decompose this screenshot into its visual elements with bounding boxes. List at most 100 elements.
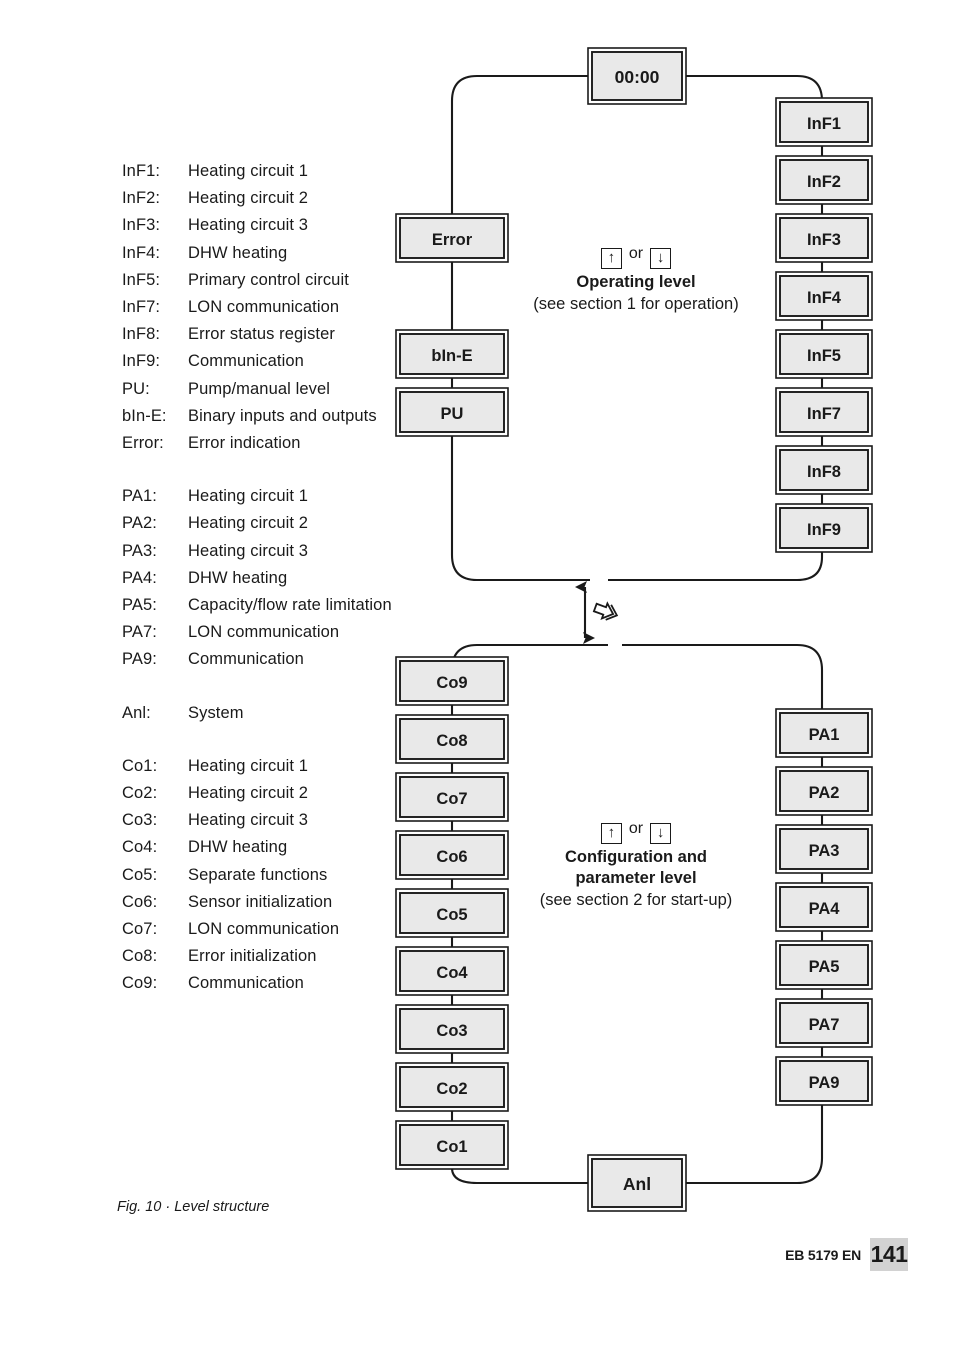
box-inf9: InF9 xyxy=(775,503,873,553)
box-pa1: PA1 xyxy=(775,708,873,758)
legend-value: DHW heating xyxy=(188,838,288,857)
legend-item: InF9: Communication xyxy=(122,348,452,375)
legend-item: InF8: Error status register xyxy=(122,321,452,348)
legend-item: InF1: Heating circuit 1 xyxy=(122,158,452,185)
legend-item: PA5: Capacity/flow rate limitation xyxy=(122,592,452,619)
config-level-caption: ↑ or ↓ Configuration and parameter level (… xyxy=(486,818,786,912)
box-inf4: InF4 xyxy=(775,271,873,321)
legend-key: PA3: xyxy=(122,541,157,560)
legend-group-anl: Anl: System xyxy=(122,700,452,727)
legend-item: Co4: DHW heating xyxy=(122,834,452,861)
legend-item: PA2: Heating circuit 2 xyxy=(122,510,452,537)
legend-key: Co3: xyxy=(122,811,158,830)
box-pa9: PA9 xyxy=(775,1056,873,1106)
legend-value: Primary control circuit xyxy=(188,270,349,289)
legend-value: Sensor initialization xyxy=(188,892,333,911)
or-label: or xyxy=(628,820,644,837)
operating-level-caption: ↑ or ↓ Operating level (see section 1 for … xyxy=(486,243,786,316)
legend-key: PA2: xyxy=(122,514,157,533)
box-pa5: PA5 xyxy=(775,940,873,990)
legend-value: DHW heating xyxy=(188,243,288,262)
box-pa9-label: PA9 xyxy=(809,1074,840,1092)
legend-list: InF1: Heating circuit 1 InF2: Heating circ… xyxy=(122,158,452,998)
box-pa2-label: PA2 xyxy=(809,784,840,802)
config-key-hint: ↑ or ↓ xyxy=(486,818,786,844)
box-pa7: PA7 xyxy=(775,998,873,1048)
box-co3-label: Co3 xyxy=(436,1022,467,1040)
or-label: or xyxy=(628,245,644,262)
legend-item: PA1: Heating circuit 1 xyxy=(122,483,452,510)
legend-value: Heating circuit 1 xyxy=(188,487,309,506)
legend-item: Co7: LON communication xyxy=(122,916,452,943)
arrow-down-key-icon: ↓ xyxy=(650,248,672,269)
legend-key: PA1: xyxy=(122,487,157,506)
legend-item: Co2: Heating circuit 2 xyxy=(122,780,452,807)
legend-key: InF4: xyxy=(122,243,161,262)
legend-key: Co2: xyxy=(122,784,158,803)
arrow-up-key-icon: ↑ xyxy=(600,248,622,269)
box-co1: Co1 xyxy=(395,1120,509,1170)
legend-item: Anl: System xyxy=(122,700,452,727)
legend-value: Heating circuit 3 xyxy=(188,216,309,235)
config-level-subtitle: (see section 2 for start-up) xyxy=(539,891,733,909)
legend-item: Co1: Heating circuit 1 xyxy=(122,753,452,780)
legend-item: PA9: Communication xyxy=(122,646,452,673)
box-inf2-label: InF2 xyxy=(807,173,841,191)
legend-value: Communication xyxy=(188,352,304,371)
legend-item: Co5: Separate functions xyxy=(122,862,452,889)
box-inf8: InF8 xyxy=(775,445,873,495)
legend-value: LON communication xyxy=(188,920,340,939)
box-pa4: PA4 xyxy=(775,882,873,932)
legend-value: Heating circuit 2 xyxy=(188,514,309,533)
legend-item: InF5: Primary control circuit xyxy=(122,267,452,294)
legend-item: Co6: Sensor initialization xyxy=(122,889,452,916)
box-inf7: InF7 xyxy=(775,387,873,437)
legend-group-pa: PA1: Heating circuit 1 PA2: Heating circui… xyxy=(122,483,452,673)
box-pa3: PA3 xyxy=(775,824,873,874)
legend-key: InF1: xyxy=(122,162,161,180)
legend-item: PA7: LON communication xyxy=(122,619,452,646)
box-pa3-label: PA3 xyxy=(809,842,840,860)
page-footer: EB 5179 EN 141 xyxy=(785,1238,908,1271)
box-inf1: InF1 xyxy=(775,97,873,147)
box-inf3-label: InF3 xyxy=(807,231,841,249)
legend-key: PU: xyxy=(122,379,150,398)
legend-key: PA9: xyxy=(122,650,157,669)
double-chevron-key-icon xyxy=(592,601,619,621)
legend-value: Heating circuit 2 xyxy=(188,189,309,208)
inf-boxes: InF1 InF2 InF3 InF4 InF5 InF7 InF8 InF9 xyxy=(775,97,873,553)
legend-value: System xyxy=(188,703,244,722)
legend-value: Error indication xyxy=(188,434,301,453)
box-co2-label: Co2 xyxy=(436,1080,467,1098)
legend-key: PA4: xyxy=(122,568,157,587)
box-pa7-label: PA7 xyxy=(809,1016,840,1034)
box-co1-label: Co1 xyxy=(436,1138,467,1156)
box-inf4-label: InF4 xyxy=(807,289,842,307)
pa-boxes: PA1 PA2 PA3 PA4 PA5 PA7 PA9 xyxy=(775,708,873,1106)
legend-value: Separate functions xyxy=(188,865,328,884)
legend-item: PU: Pump/manual level xyxy=(122,376,452,403)
operating-level-subtitle: (see section 1 for operation) xyxy=(533,295,739,313)
legend-value: Error status register xyxy=(188,325,335,344)
legend-key: PA5: xyxy=(122,596,157,615)
legend-key: Co7: xyxy=(122,920,158,939)
box-inf9-label: InF9 xyxy=(807,521,841,539)
legend-key: Error: xyxy=(122,434,164,453)
legend-value: Heating circuit 1 xyxy=(188,756,309,775)
legend-item: Co8: Error initialization xyxy=(122,943,452,970)
legend-value: Communication xyxy=(188,974,304,993)
legend-item: InF2: Heating circuit 2 xyxy=(122,185,452,212)
config-level-title-line2: parameter level xyxy=(575,869,697,887)
legend-key: InF3: xyxy=(122,216,161,235)
legend-item: InF3: Heating circuit 3 xyxy=(122,212,452,239)
legend-value: Heating circuit 3 xyxy=(188,541,309,560)
document-id: EB 5179 EN xyxy=(785,1246,861,1263)
box-anl: Anl xyxy=(587,1154,687,1212)
legend-value: Pump/manual level xyxy=(188,379,331,398)
box-anl-label: Anl xyxy=(623,1174,651,1194)
legend-key: Co9: xyxy=(122,974,158,993)
legend-key: InF5: xyxy=(122,270,161,289)
legend-key: PA7: xyxy=(122,623,157,642)
box-inf2: InF2 xyxy=(775,155,873,205)
operating-level-connectors xyxy=(450,74,824,582)
